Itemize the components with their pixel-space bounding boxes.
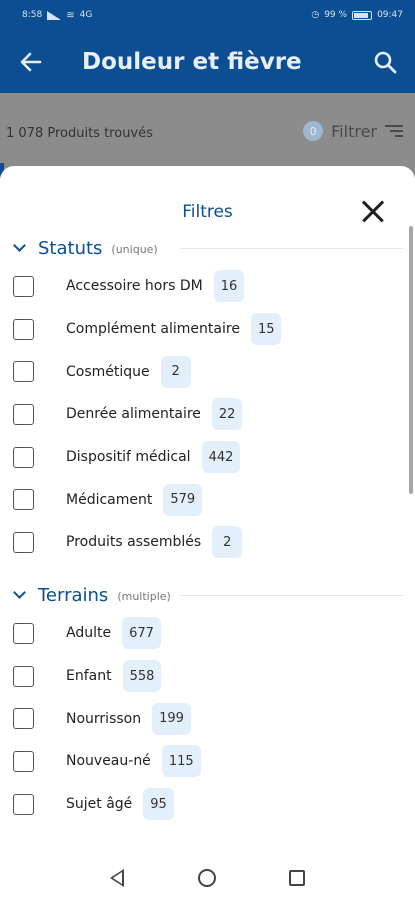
option-count: 2 xyxy=(212,526,243,559)
alarm-icon: ◷ xyxy=(311,10,320,20)
option-label: Sujet âgé xyxy=(66,796,133,813)
status-time-left: 8:58 xyxy=(22,10,43,20)
section-header-terrains[interactable]: Terrains (multiple) xyxy=(0,580,415,610)
filter-button[interactable]: 0 Filtrer xyxy=(303,121,403,141)
section-title: Statuts xyxy=(38,237,103,259)
option-count: 2 xyxy=(160,355,191,388)
app-header: Douleur et fièvre xyxy=(0,30,415,93)
chevron-down-icon xyxy=(0,239,38,252)
filter-option[interactable]: Nouveau-né 115 xyxy=(0,740,415,783)
results-count: 1 078 Produits trouvés xyxy=(6,126,153,141)
option-label: Denrée alimentaire xyxy=(66,406,201,423)
checkbox[interactable] xyxy=(13,531,34,553)
filter-option[interactable]: Sujet âgé 95 xyxy=(0,783,415,826)
option-label: Nourrisson xyxy=(66,710,142,727)
option-count: 115 xyxy=(161,745,201,778)
checkbox[interactable] xyxy=(13,489,34,511)
filter-option[interactable]: Cosmétique 2 xyxy=(0,350,415,393)
option-label: Enfant xyxy=(66,668,112,685)
status-time-right: 09:47 xyxy=(377,10,403,20)
checkbox[interactable] xyxy=(13,665,34,687)
nav-recents-icon[interactable] xyxy=(289,870,305,886)
option-label: Complément alimentaire xyxy=(66,321,240,338)
search-button[interactable] xyxy=(355,30,415,93)
checkbox[interactable] xyxy=(13,750,34,772)
option-label: Médicament xyxy=(66,491,153,508)
nav-home-icon[interactable] xyxy=(197,869,216,887)
checkbox[interactable] xyxy=(13,361,34,383)
option-count: 95 xyxy=(143,788,174,821)
chevron-down-icon xyxy=(0,586,38,599)
filter-option[interactable]: Dispositif médical 442 xyxy=(0,436,415,479)
filter-option[interactable]: Médicament 579 xyxy=(0,478,415,521)
section-note: (multiple) xyxy=(117,590,171,603)
filter-count-badge: 0 xyxy=(303,121,324,141)
option-count: 15 xyxy=(250,313,282,346)
close-icon[interactable] xyxy=(361,199,385,223)
option-label: Produits assemblés xyxy=(66,534,202,551)
option-label: Cosmétique xyxy=(66,363,150,380)
network-type: 4G xyxy=(79,10,93,20)
checkbox[interactable] xyxy=(13,793,34,815)
sheet-title: Filtres xyxy=(182,202,233,222)
search-icon xyxy=(374,51,397,73)
checkbox[interactable] xyxy=(13,446,34,468)
section-title: Terrains xyxy=(38,584,109,606)
option-label: Nouveau-né xyxy=(66,753,151,770)
filter-lines-icon xyxy=(385,125,403,137)
option-count: 442 xyxy=(201,441,241,474)
status-bar: 8:58 ≋ 4G ◷ 99 % 09:47 xyxy=(0,0,415,30)
battery-icon xyxy=(352,10,373,20)
filter-label: Filtrer xyxy=(331,121,377,141)
checkbox[interactable] xyxy=(13,403,34,425)
option-count: 558 xyxy=(122,660,162,693)
filter-option[interactable]: Enfant 558 xyxy=(0,655,415,698)
checkbox[interactable] xyxy=(13,622,34,644)
option-count: 677 xyxy=(122,617,161,650)
results-bar: 1 078 Produits trouvés 0 Filtrer xyxy=(0,93,415,173)
checkbox[interactable] xyxy=(13,318,34,340)
battery-percent: 99 % xyxy=(324,10,348,20)
option-count: 22 xyxy=(211,398,243,431)
checkbox[interactable] xyxy=(13,708,34,730)
option-count: 579 xyxy=(163,483,203,516)
option-count: 16 xyxy=(213,270,245,303)
divider xyxy=(180,248,403,249)
option-count: 199 xyxy=(152,702,191,735)
page-title: Douleur et fièvre xyxy=(82,48,302,75)
section-terrains: Terrains (multiple) Adulte 677 Enfant 55… xyxy=(0,580,415,825)
section-statuts: Statuts (unique) Accessoire hors DM 16 C… xyxy=(0,233,415,564)
filters-sheet: Filtres Statuts (unique) Accessoire hors… xyxy=(0,166,415,856)
filter-option[interactable]: Adulte 677 xyxy=(0,612,415,655)
filter-option[interactable]: Produits assemblés 2 xyxy=(0,521,415,564)
signal-icon xyxy=(47,10,62,20)
next-section-peek xyxy=(38,844,138,856)
nav-back-icon[interactable] xyxy=(110,869,124,887)
filter-option[interactable]: Accessoire hors DM 16 xyxy=(0,265,415,308)
option-label: Dispositif médical xyxy=(66,449,191,466)
option-label: Adulte xyxy=(66,625,112,642)
section-header-statuts[interactable]: Statuts (unique) xyxy=(0,233,415,263)
option-label: Accessoire hors DM xyxy=(66,278,203,295)
filter-option[interactable]: Denrée alimentaire 22 xyxy=(0,393,415,436)
checkbox[interactable] xyxy=(13,275,34,297)
arrow-left-icon xyxy=(20,52,42,71)
back-button[interactable] xyxy=(0,30,62,93)
section-note: (unique) xyxy=(111,243,158,256)
wifi-icon: ≋ xyxy=(66,9,75,21)
system-nav-bar xyxy=(0,856,415,900)
filter-option[interactable]: Complément alimentaire 15 xyxy=(0,308,415,351)
divider xyxy=(180,595,403,596)
filter-option[interactable]: Nourrisson 199 xyxy=(0,697,415,740)
